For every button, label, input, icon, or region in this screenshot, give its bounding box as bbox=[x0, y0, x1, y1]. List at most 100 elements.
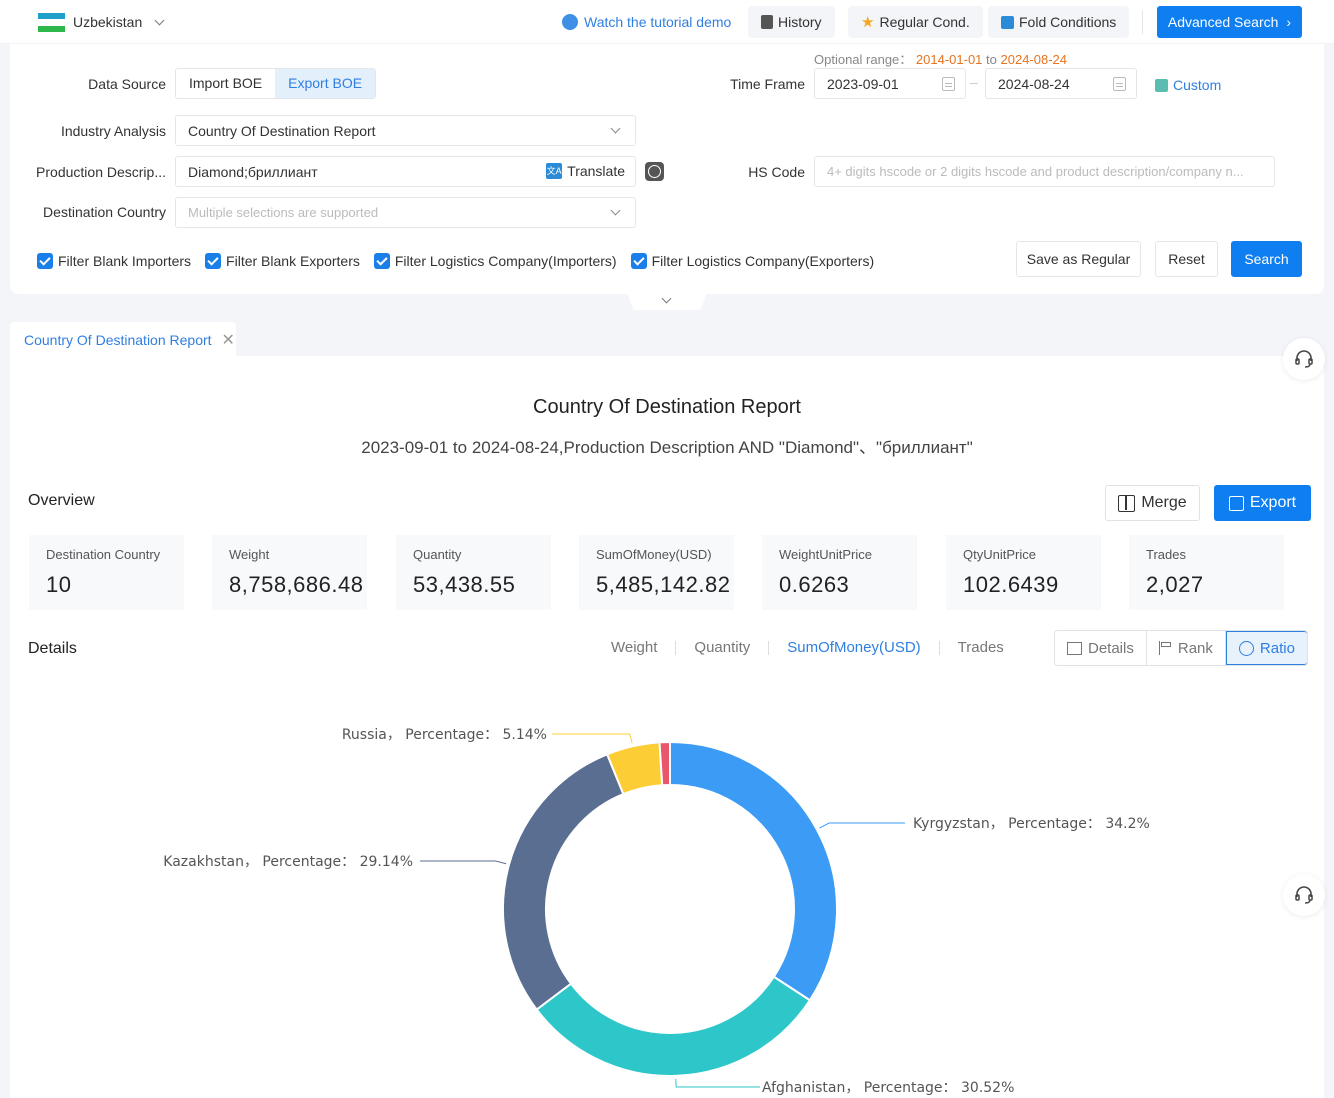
stat-card-qty-unit-price: QtyUnitPrice 102.6439 bbox=[946, 535, 1101, 610]
donut-slice-other[interactable] bbox=[658, 740, 671, 787]
custom-button[interactable]: Custom bbox=[1155, 77, 1221, 93]
report-subtitle: 2023-09-01 to 2024-08-24,Production Desc… bbox=[361, 438, 973, 457]
export-boe-option[interactable]: Export BOE bbox=[275, 69, 376, 98]
stat-card-weight-unit-price: WeightUnitPrice 0.6263 bbox=[762, 535, 917, 610]
search-syntax-icon[interactable] bbox=[645, 162, 664, 181]
donut-slice-afghanistan[interactable] bbox=[535, 975, 812, 1077]
stat-card-weight: Weight 8,758,686.48 bbox=[212, 535, 367, 610]
stat-card-trades: Trades 2,027 bbox=[1129, 535, 1284, 610]
metric-tab-sum-of-money[interactable]: SumOfMoney(USD) bbox=[787, 639, 920, 656]
export-button[interactable]: Export bbox=[1214, 485, 1311, 521]
tutorial-link[interactable]: Watch the tutorial demo bbox=[562, 14, 731, 30]
table-icon bbox=[1067, 641, 1082, 655]
filter-logistics-importers-checkbox[interactable]: Filter Logistics Company(Importers) bbox=[373, 253, 617, 269]
filter-blank-exporters-checkbox[interactable]: Filter Blank Exporters bbox=[205, 253, 360, 269]
chevron-down-icon bbox=[661, 293, 672, 304]
filter-logistics-exporters-checkbox[interactable]: Filter Logistics Company(Exporters) bbox=[630, 253, 874, 269]
filter-checkboxes: Filter Blank Importers Filter Blank Expo… bbox=[37, 253, 874, 269]
view-tab-details[interactable]: Details bbox=[1055, 631, 1147, 665]
metric-tabs: Weight Quantity SumOfMoney(USD) Trades bbox=[611, 639, 1004, 656]
slice-label-afghanistan: Afghanistan， Percentage： 30.52% bbox=[762, 1080, 1014, 1096]
data-source-label: Data Source bbox=[88, 76, 166, 92]
support-button[interactable] bbox=[1283, 874, 1325, 916]
uzbekistan-flag-icon bbox=[38, 13, 65, 32]
stat-card-sum-of-money: SumOfMoney(USD) 5,485,142.82 bbox=[579, 535, 734, 610]
donut-slice-kyrgyzstan[interactable] bbox=[669, 740, 838, 1002]
chevron-right-icon: › bbox=[1286, 14, 1292, 30]
view-toggle: Details Rank Ratio bbox=[1054, 630, 1308, 666]
search-button[interactable]: Search bbox=[1231, 241, 1302, 277]
import-boe-option[interactable]: Import BOE bbox=[176, 69, 275, 98]
label-leader-line bbox=[675, 1078, 760, 1088]
tab-country-of-destination-report[interactable]: Country Of Destination Report ✕ bbox=[10, 322, 236, 357]
checkbox-checked-icon[interactable] bbox=[37, 253, 53, 269]
production-description-input[interactable]: Diamond;бриллиант 文A Translate bbox=[175, 156, 636, 187]
filter-blank-importers-checkbox[interactable]: Filter Blank Importers bbox=[37, 253, 191, 269]
data-source-toggle: Import BOE Export BOE bbox=[175, 68, 377, 99]
country-name: Uzbekistan bbox=[73, 14, 143, 30]
label-leader-line bbox=[420, 860, 507, 865]
checkbox-checked-icon[interactable] bbox=[205, 253, 222, 269]
merge-button[interactable]: Merge bbox=[1105, 485, 1200, 521]
view-tab-rank[interactable]: Rank bbox=[1147, 631, 1226, 665]
start-date-input[interactable]: 2023-09-01 bbox=[814, 68, 966, 99]
star-icon: ★ bbox=[861, 14, 875, 31]
view-tab-ratio[interactable]: Ratio bbox=[1225, 631, 1307, 665]
destination-country-label: Destination Country bbox=[43, 204, 166, 220]
checkbox-checked-icon[interactable] bbox=[630, 253, 647, 269]
stat-card-destination-country: Destination Country 10 bbox=[29, 535, 184, 610]
overview-title: Overview bbox=[28, 492, 95, 509]
rank-icon bbox=[1158, 641, 1172, 655]
metric-tab-trades[interactable]: Trades bbox=[958, 639, 1004, 656]
translate-icon: 文A bbox=[546, 163, 563, 179]
hs-code-input[interactable]: 4+ digits hscode or 2 digits hscode and … bbox=[814, 156, 1275, 187]
country-selector[interactable]: Uzbekistan bbox=[73, 14, 165, 30]
chevron-down-icon bbox=[610, 123, 621, 134]
advanced-search-button[interactable]: Advanced Search › bbox=[1157, 6, 1302, 38]
time-frame-label: Time Frame bbox=[730, 76, 805, 92]
calendar-icon bbox=[1113, 77, 1126, 91]
optional-range: Optional range： 2014-01-01 to 2024-08-24 bbox=[814, 52, 1067, 67]
custom-icon bbox=[1155, 78, 1168, 92]
reset-button[interactable]: Reset bbox=[1155, 241, 1218, 277]
slice-label-kazakhstan: Kazakhstan， Percentage： 29.14% bbox=[163, 854, 413, 870]
slice-label-kyrgyzstan: Kyrgyzstan， Percentage： 34.2% bbox=[913, 816, 1150, 832]
industry-analysis-label: Industry Analysis bbox=[60, 123, 166, 139]
headset-icon bbox=[1295, 886, 1313, 904]
end-date-input[interactable]: 2024-08-24 bbox=[985, 68, 1137, 99]
divider bbox=[768, 640, 770, 655]
stat-card-quantity: Quantity 53,438.55 bbox=[396, 535, 551, 610]
pie-chart-icon bbox=[1238, 640, 1254, 656]
report-title: Country Of Destination Report bbox=[533, 396, 801, 418]
support-button[interactable] bbox=[1283, 338, 1325, 380]
chevron-down-icon bbox=[154, 15, 165, 26]
translate-button[interactable]: 文A Translate bbox=[546, 163, 625, 179]
export-icon bbox=[1228, 495, 1244, 511]
fold-icon bbox=[1001, 15, 1014, 29]
save-as-regular-button[interactable]: Save as Regular bbox=[1016, 241, 1141, 277]
video-icon bbox=[562, 14, 578, 30]
divider bbox=[938, 640, 940, 655]
calendar-icon bbox=[942, 77, 955, 91]
industry-analysis-select[interactable]: Country Of Destination Report bbox=[175, 115, 636, 146]
metric-tab-quantity[interactable]: Quantity bbox=[694, 639, 750, 656]
ratio-donut-chart: Kyrgyzstan， Percentage： 34.2% Afghanistan… bbox=[163, 727, 1150, 1096]
history-icon bbox=[761, 15, 773, 29]
collapse-panel-toggle[interactable] bbox=[627, 292, 707, 310]
destination-country-select[interactable]: Multiple selections are supported bbox=[175, 197, 636, 228]
divider bbox=[675, 640, 677, 655]
regular-cond-button[interactable]: ★ Regular Cond. bbox=[848, 6, 983, 38]
divider bbox=[1142, 10, 1143, 34]
close-icon[interactable]: ✕ bbox=[222, 330, 235, 350]
checkbox-checked-icon[interactable] bbox=[373, 253, 390, 269]
hs-code-label: HS Code bbox=[748, 164, 805, 180]
slice-label-russia: Russia， Percentage： 5.14% bbox=[342, 727, 547, 743]
label-leader-line bbox=[819, 822, 905, 829]
history-button[interactable]: History bbox=[748, 6, 835, 38]
merge-icon bbox=[1118, 494, 1136, 512]
metric-tab-weight[interactable]: Weight bbox=[611, 639, 657, 656]
fold-conditions-button[interactable]: Fold Conditions bbox=[988, 6, 1130, 38]
headset-icon bbox=[1295, 350, 1313, 368]
donut-slice-kazakhstan[interactable] bbox=[502, 752, 625, 1011]
label-leader-line bbox=[552, 733, 633, 744]
